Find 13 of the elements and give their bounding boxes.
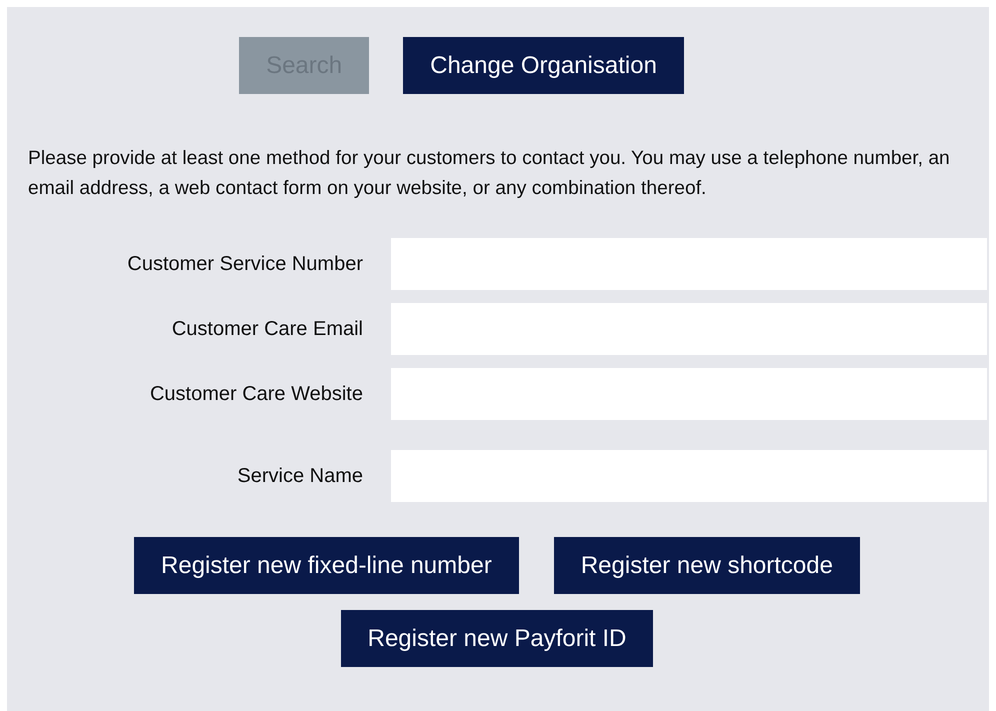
input-field[interactable] (391, 238, 987, 290)
input-field[interactable] (391, 368, 987, 420)
change-organisation-button[interactable]: Change Organisation (403, 37, 684, 94)
input-field[interactable] (391, 303, 987, 355)
input-field[interactable] (391, 450, 987, 502)
field-label: Customer Service Number (126, 252, 363, 276)
field-label: Customer Care Website (148, 382, 363, 406)
instructions-text: Please provide at least one method for your customers to contact you. You may use a telephone number, an email address, a web contact form on your website, or any combination thereof. (28, 147, 951, 201)
field-label: Customer Care Email (170, 318, 363, 340)
field-label: Service Name (236, 464, 363, 488)
register-button[interactable]: Register new Payforit ID (340, 610, 654, 667)
register-button[interactable]: Register new fixed-line number (134, 537, 519, 594)
register-button[interactable]: Register new shortcode (554, 537, 860, 594)
